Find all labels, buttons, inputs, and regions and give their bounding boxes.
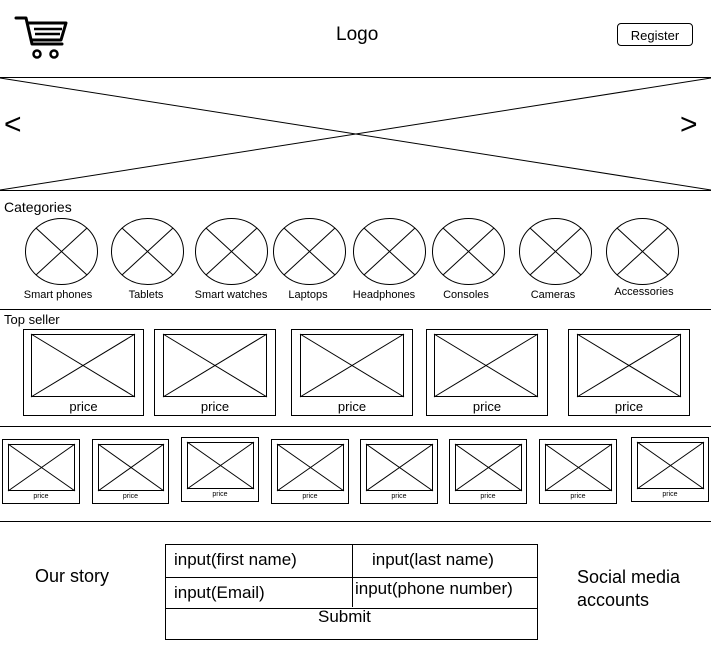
product-image-placeholder bbox=[162, 333, 268, 398]
category-image-placeholder bbox=[25, 218, 98, 285]
product-price: price bbox=[480, 493, 496, 500]
product-image-placeholder bbox=[299, 333, 405, 398]
product-price: price bbox=[570, 493, 586, 500]
categories-heading: Categories bbox=[4, 199, 72, 215]
product-card[interactable]: price bbox=[539, 439, 617, 504]
product-card[interactable]: price bbox=[631, 437, 709, 502]
product-image-placeholder bbox=[454, 443, 523, 492]
carousel-image-placeholder bbox=[0, 77, 711, 191]
category-image-placeholder bbox=[353, 218, 426, 285]
divider bbox=[0, 309, 711, 310]
product-card[interactable]: price bbox=[92, 439, 169, 504]
social-media-link[interactable]: Social media accounts bbox=[577, 566, 697, 612]
top-seller-product-card[interactable]: price bbox=[568, 329, 690, 416]
cart-logo-button[interactable] bbox=[14, 14, 68, 62]
register-button[interactable]: Register bbox=[617, 23, 693, 46]
product-card[interactable]: price bbox=[2, 439, 80, 504]
divider bbox=[0, 426, 711, 427]
category-label: Consoles bbox=[443, 289, 489, 301]
divider bbox=[0, 190, 711, 191]
product-image-placeholder bbox=[30, 333, 136, 398]
product-card[interactable]: price bbox=[360, 439, 438, 504]
category-image-placeholder bbox=[195, 218, 268, 285]
submit-button[interactable]: Submit bbox=[318, 607, 371, 627]
product-price: price bbox=[33, 493, 49, 500]
carousel-prev-button[interactable]: < bbox=[4, 110, 22, 140]
product-price: price bbox=[69, 399, 98, 414]
divider bbox=[0, 521, 711, 522]
product-price: price bbox=[337, 399, 367, 414]
last-name-input[interactable]: input(last name) bbox=[372, 550, 494, 570]
product-price: price bbox=[302, 493, 318, 500]
our-story-link[interactable]: Our story bbox=[35, 566, 109, 587]
email-input[interactable]: input(Email) bbox=[174, 583, 265, 603]
product-price: price bbox=[122, 493, 139, 500]
logo-text: Logo bbox=[336, 24, 379, 45]
product-image-placeholder bbox=[186, 441, 255, 490]
product-image-placeholder bbox=[544, 443, 613, 492]
category-image-placeholder bbox=[519, 218, 592, 285]
category-label: Smart phones bbox=[23, 289, 93, 301]
product-price: price bbox=[212, 491, 228, 498]
shopping-cart-icon bbox=[14, 16, 68, 59]
top-seller-heading: Top seller bbox=[4, 312, 60, 327]
product-image-placeholder bbox=[97, 443, 165, 492]
carousel-next-button[interactable]: > bbox=[680, 110, 698, 140]
product-price: price bbox=[662, 491, 678, 498]
product-card[interactable]: price bbox=[449, 439, 527, 504]
top-seller-product-card[interactable]: price bbox=[23, 329, 144, 416]
product-price: price bbox=[614, 399, 644, 414]
category-image-placeholder bbox=[111, 218, 184, 285]
product-price: price bbox=[200, 399, 230, 414]
product-image-placeholder bbox=[7, 443, 76, 492]
product-image-placeholder bbox=[433, 333, 539, 398]
product-image-placeholder bbox=[636, 441, 705, 490]
form-divider bbox=[166, 577, 537, 578]
product-price: price bbox=[472, 399, 502, 414]
category-label: Cameras bbox=[530, 289, 576, 301]
top-seller-product-card[interactable]: price bbox=[154, 329, 276, 416]
product-price: price bbox=[391, 493, 407, 500]
product-image-placeholder bbox=[365, 443, 434, 492]
product-image-placeholder bbox=[276, 443, 345, 492]
first-name-input[interactable]: input(first name) bbox=[174, 550, 297, 570]
product-card[interactable]: price bbox=[181, 437, 259, 502]
category-image-placeholder bbox=[606, 218, 679, 285]
phone-number-input[interactable]: input(phone number) bbox=[355, 579, 513, 599]
category-image-placeholder bbox=[432, 218, 505, 285]
form-divider bbox=[352, 545, 353, 607]
product-card[interactable]: price bbox=[271, 439, 349, 504]
top-seller-product-card[interactable]: price bbox=[291, 329, 413, 416]
category-image-placeholder bbox=[273, 218, 346, 285]
top-seller-product-card[interactable]: price bbox=[426, 329, 548, 416]
product-image-placeholder bbox=[576, 333, 682, 398]
category-label: Accessories bbox=[614, 286, 674, 298]
